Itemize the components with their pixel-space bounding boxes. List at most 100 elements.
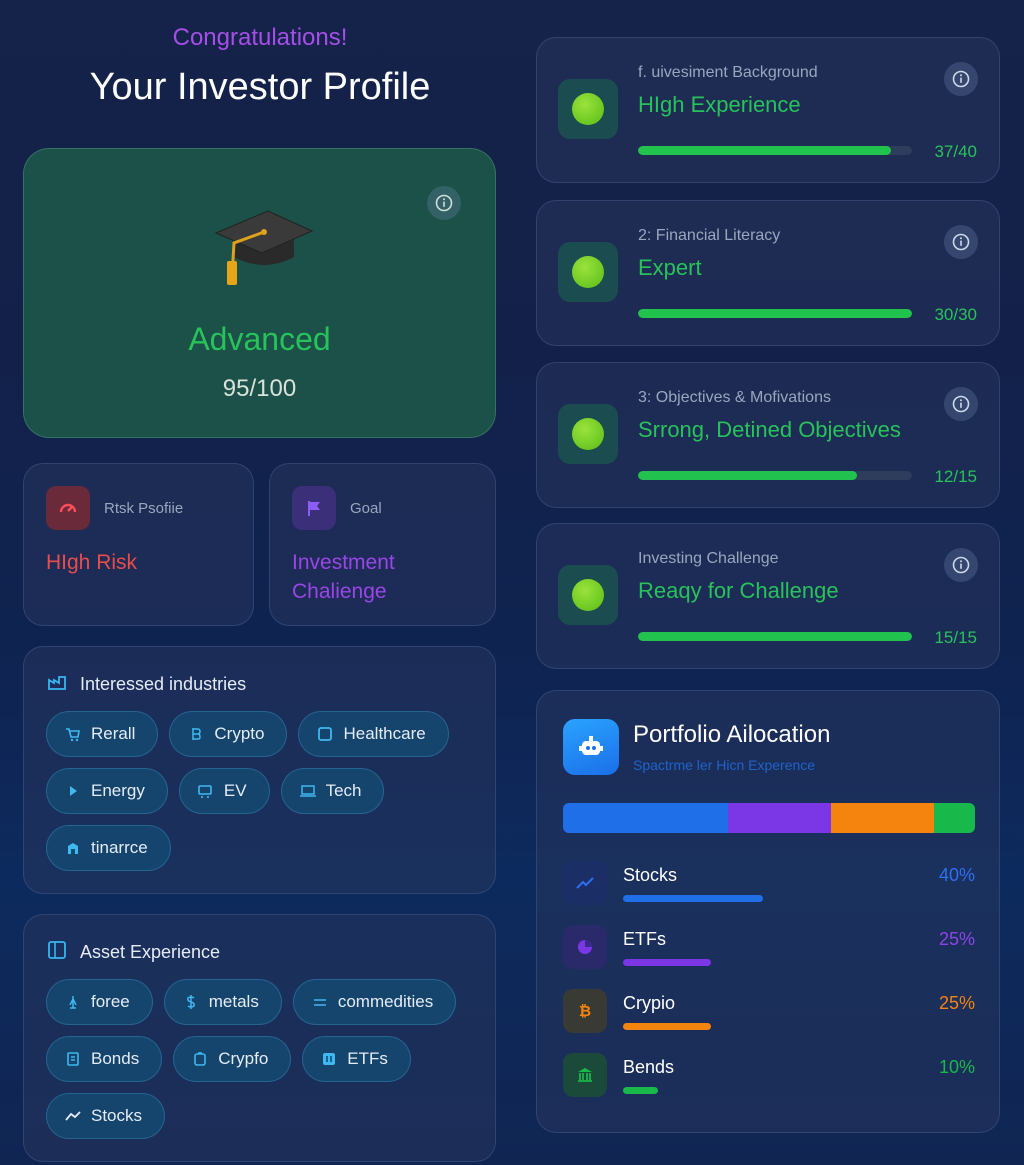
info-icon[interactable] <box>427 186 461 220</box>
risk-profile-card: Rtsk Psofiie HIgh Risk <box>23 463 254 626</box>
score-subtitle: Investing Challenge <box>638 550 779 567</box>
score-title: Expert <box>638 255 702 280</box>
profile-score: 95/100 <box>222 375 297 402</box>
chip-label: Healthcare <box>343 724 426 743</box>
asset-bar <box>623 959 711 966</box>
asset-bar <box>623 895 763 902</box>
risk-profile-label: Rtsk Psofiie <box>104 500 184 517</box>
bank-icon <box>563 1053 607 1097</box>
status-dot-icon <box>558 79 618 139</box>
score-card-investing-challenge: Investing Challenge Reaqy for Challenge … <box>536 523 1000 669</box>
risk-profile-value: HIgh Risk <box>46 551 138 574</box>
document-icon <box>46 939 68 966</box>
allocation-segment <box>563 803 728 833</box>
score-progress-bar <box>638 632 912 641</box>
svg-text:₿: ₿ <box>579 1002 591 1020</box>
chip-label: Rerall <box>91 724 136 743</box>
chip-label: Crypfo <box>218 1049 269 1068</box>
forex-icon <box>65 994 81 1010</box>
profile-level: Advanced <box>188 321 331 357</box>
chip-label: tinarrce <box>91 838 148 857</box>
pie-chart-icon <box>563 925 607 969</box>
allocation-row-stocks: Stocks 40% <box>563 859 975 907</box>
score-value: 12/15 <box>934 467 977 486</box>
asset-experience-card: Asset Experience foree metals commeditie… <box>23 914 496 1162</box>
score-progress-bar <box>638 146 912 155</box>
score-subtitle: 2: Financial Literacy <box>638 227 781 244</box>
allocation-row-bonds: Bends 10% <box>563 1051 975 1099</box>
score-value: 15/15 <box>934 628 977 647</box>
trend-line-icon <box>65 1108 81 1124</box>
asset-name: Crypio <box>623 993 676 1013</box>
charging-icon <box>198 783 214 799</box>
portfolio-title: Portfolio Ailocation <box>633 721 831 748</box>
goal-label: Goal <box>350 500 382 517</box>
industry-chip[interactable]: tinarrce <box>46 825 171 871</box>
industries-title: Interessed industries <box>80 674 247 694</box>
status-dot-icon <box>558 565 618 625</box>
info-icon[interactable] <box>944 62 978 96</box>
bank-icon <box>65 840 81 856</box>
asset-chip[interactable]: Stocks <box>46 1093 166 1139</box>
info-icon[interactable] <box>944 548 978 582</box>
coin-icon <box>188 726 204 742</box>
allocation-bar <box>563 803 975 833</box>
profile-level-card: Advanced 95/100 <box>23 148 496 438</box>
etf-icon <box>321 1051 337 1067</box>
commodities-icon <box>312 994 328 1010</box>
chip-label: Energy <box>91 781 145 800</box>
score-value: 30/30 <box>934 305 977 324</box>
chip-label: Stocks <box>91 1106 143 1125</box>
dollar-icon <box>183 994 199 1010</box>
status-dot-icon <box>558 242 618 302</box>
status-dot-icon <box>558 404 618 464</box>
cart-icon <box>65 726 81 742</box>
asset-percent: 25% <box>938 993 975 1013</box>
robot-icon <box>563 719 619 775</box>
asset-name: Stocks <box>623 865 678 885</box>
asset-chip[interactable]: Crypfo <box>173 1036 292 1082</box>
bond-document-icon <box>65 1051 81 1067</box>
industry-chip[interactable]: Crypto <box>169 711 288 757</box>
chip-label: EV <box>223 781 247 800</box>
industry-chip[interactable]: EV <box>178 768 270 814</box>
info-icon[interactable] <box>944 387 978 421</box>
score-progress-fill <box>638 471 858 480</box>
medical-box-icon <box>317 726 333 742</box>
score-subtitle: f. uivesiment Background <box>638 64 818 81</box>
asset-chip[interactable]: foree <box>46 979 153 1025</box>
allocation-row-crypto: ₿ Crypio 25% <box>563 987 975 1035</box>
flag-icon <box>292 486 336 530</box>
bitcoin-icon: ₿ <box>563 989 607 1033</box>
allocation-row-etfs: ETFs 25% <box>563 923 975 971</box>
chip-label: ETFs <box>347 1049 388 1068</box>
asset-experience-header: Asset Experience <box>46 939 220 966</box>
score-value: 37/40 <box>934 142 977 161</box>
asset-chip[interactable]: Bonds <box>46 1036 163 1082</box>
industry-chip[interactable]: Energy <box>46 768 168 814</box>
info-icon[interactable] <box>944 225 978 259</box>
chip-label: foree <box>91 992 130 1011</box>
allocation-segment <box>727 803 831 833</box>
score-title: Reaqy for Challenge <box>638 578 839 603</box>
asset-percent: 10% <box>938 1057 975 1077</box>
portfolio-allocation-card: Portfolio Ailocation Spactrme ler Hicn E… <box>536 690 1000 1133</box>
score-progress-fill <box>638 146 892 155</box>
score-card-financial-literacy: 2: Financial Literacy Expert 30/30 <box>536 200 1000 346</box>
asset-bar <box>623 1023 711 1030</box>
industry-chip[interactable]: Tech <box>280 768 385 814</box>
asset-percent: 25% <box>938 929 975 949</box>
asset-chip[interactable]: metals <box>163 979 282 1025</box>
industry-chip[interactable]: Rerall <box>46 711 159 757</box>
page-title: Your Investor Profile <box>89 66 431 108</box>
score-progress-bar <box>638 471 912 480</box>
asset-name: ETFs <box>623 929 666 949</box>
graduation-cap-icon <box>212 199 316 289</box>
asset-chip[interactable]: commedities <box>292 979 457 1025</box>
asset-bar <box>623 1087 658 1094</box>
industry-chip[interactable]: Healthcare <box>298 711 449 757</box>
asset-chip[interactable]: ETFs <box>302 1036 411 1082</box>
score-progress-fill <box>638 632 912 641</box>
chip-label: Bonds <box>91 1049 140 1068</box>
allocation-segment <box>933 803 975 833</box>
